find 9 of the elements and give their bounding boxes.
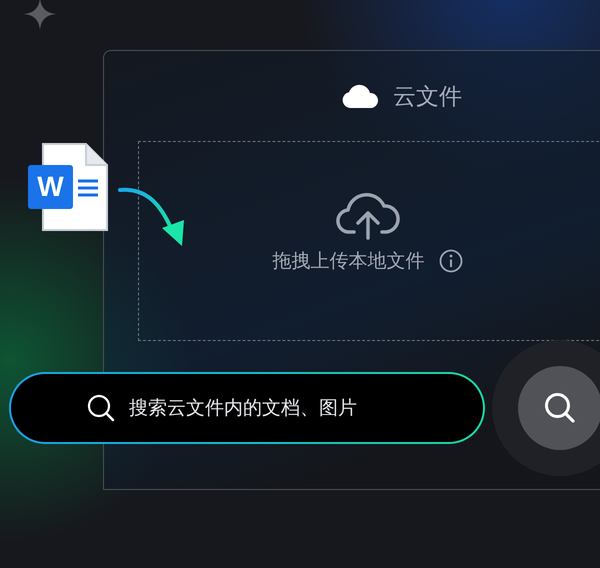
cloud-icon (341, 84, 379, 108)
search-icon (86, 393, 116, 423)
drop-zone-label: 拖拽上传本地文件 (272, 249, 424, 274)
search-icon (543, 391, 577, 425)
sparkle-icon (24, 0, 56, 30)
upload-cloud-icon (336, 192, 400, 240)
panel-title: 云文件 (393, 82, 462, 112)
search-field[interactable]: 搜索云文件内的文档、图片 (9, 372, 485, 444)
info-icon[interactable] (438, 249, 462, 273)
